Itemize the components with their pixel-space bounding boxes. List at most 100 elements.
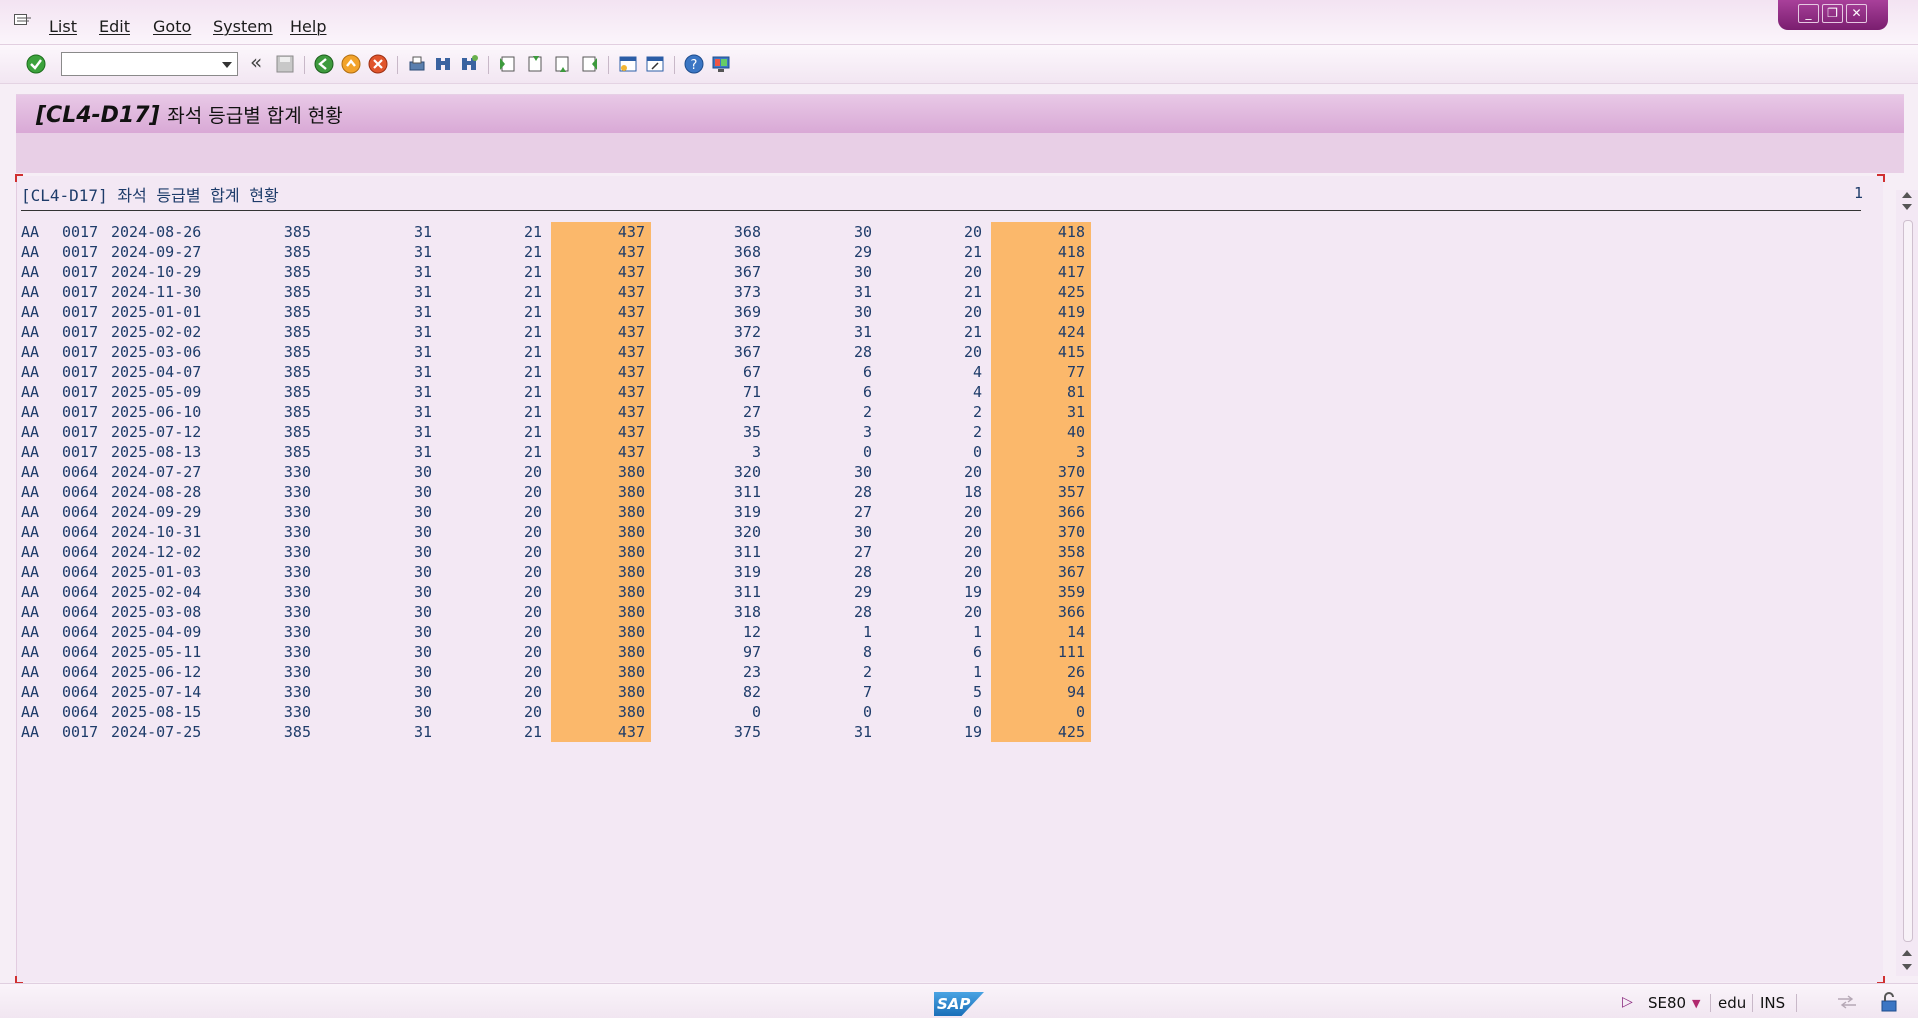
list-row[interactable]: AA 0017 2024-11-30 385 31 21 437 373 31 21 425 bbox=[17, 282, 1217, 302]
seats-occupied-first: 20 bbox=[963, 523, 982, 541]
seats-max-first: 20 bbox=[523, 663, 542, 681]
flight-date: 2025-03-06 bbox=[111, 343, 202, 361]
list-row[interactable]: AA 0017 2024-10-29 385 31 21 437 367 30 20 417 bbox=[17, 262, 1217, 282]
list-row[interactable]: AA 0017 2024-08-26 385 31 21 437 368 30 20 418 bbox=[17, 222, 1217, 242]
seats-max-total: 437 bbox=[551, 242, 651, 262]
seats-occupied-total: 366 bbox=[991, 502, 1091, 522]
flight-date: 2025-05-11 bbox=[111, 643, 202, 661]
list-row[interactable]: AA 0017 2025-05-09 385 31 21 437 71 6 4 81 bbox=[17, 382, 1217, 402]
list-row[interactable]: AA 0064 2024-08-28 330 30 20 380 311 28 18 357 bbox=[17, 482, 1217, 502]
close-icon[interactable]: ✕ bbox=[1846, 4, 1867, 23]
list-row[interactable]: AA 0064 2024-10-31 330 30 20 380 320 30 20 370 bbox=[17, 522, 1217, 542]
list-row[interactable]: AA 0064 2024-12-02 330 30 20 380 311 27 20 358 bbox=[17, 542, 1217, 562]
flight-date: 2025-07-12 bbox=[111, 423, 202, 441]
cancel-icon[interactable] bbox=[368, 54, 388, 74]
seats-occupied-first: 20 bbox=[963, 303, 982, 321]
list-row[interactable]: AA 0064 2025-01-03 330 30 20 380 319 28 20 367 bbox=[17, 562, 1217, 582]
back-icon[interactable] bbox=[314, 54, 334, 74]
seats-occupied-economy: 319 bbox=[733, 503, 761, 521]
seats-max-business: 30 bbox=[413, 583, 432, 601]
previous-page-icon[interactable] bbox=[525, 54, 545, 74]
carrier-id: AA bbox=[21, 323, 40, 341]
page-down-icon[interactable] bbox=[1902, 204, 1912, 210]
list-row[interactable]: AA 0017 2025-07-12 385 31 21 437 35 3 2 40 bbox=[17, 422, 1217, 442]
seats-occupied-economy: 320 bbox=[733, 463, 761, 481]
command-input[interactable] bbox=[65, 54, 219, 76]
flight-date: 2025-08-15 bbox=[111, 703, 202, 721]
find-icon[interactable] bbox=[433, 54, 453, 74]
triangle-right-icon[interactable]: ▷ bbox=[1622, 994, 1633, 1010]
list-row[interactable]: AA 0064 2025-05-11 330 30 20 380 97 8 6 111 bbox=[17, 642, 1217, 662]
list-row[interactable]: AA 0017 2024-07-25 385 31 21 437 375 31 19 425 bbox=[17, 722, 1217, 742]
seats-occupied-total: 415 bbox=[991, 342, 1091, 362]
enter-check-icon[interactable] bbox=[26, 54, 46, 74]
flight-date: 2025-04-09 bbox=[111, 623, 202, 641]
seats-occupied-economy: 67 bbox=[742, 363, 761, 381]
seats-max-total: 380 bbox=[551, 562, 651, 582]
seats-max-total: 437 bbox=[551, 722, 651, 742]
connection-id: 0017 bbox=[62, 263, 99, 281]
list-row[interactable]: AA 0064 2025-03-08 330 30 20 380 318 28 20 366 bbox=[17, 602, 1217, 622]
list-row[interactable]: AA 0064 2024-09-29 330 30 20 380 319 27 20 366 bbox=[17, 502, 1217, 522]
menu-system[interactable]: System bbox=[213, 17, 273, 36]
list-row[interactable]: AA 0017 2025-02-02 385 31 21 437 372 31 21 424 bbox=[17, 322, 1217, 342]
minimize-icon[interactable]: _ bbox=[1798, 4, 1819, 23]
print-icon[interactable] bbox=[407, 54, 427, 74]
create-session-icon[interactable] bbox=[618, 54, 638, 74]
insert-mode[interactable]: INS bbox=[1760, 994, 1785, 1012]
chevron-down-icon[interactable]: ▼ bbox=[1692, 997, 1700, 1010]
seats-occupied-total: 370 bbox=[991, 522, 1091, 542]
list-header: [CL4-D17] 좌석 등급별 합계 현황 bbox=[21, 186, 279, 205]
flight-date: 2025-02-02 bbox=[111, 323, 202, 341]
connection-id: 0017 bbox=[62, 343, 99, 361]
list-row[interactable]: AA 0064 2025-04-09 330 30 20 380 12 1 1 14 bbox=[17, 622, 1217, 642]
list-row[interactable]: AA 0064 2025-02-04 330 30 20 380 311 29 19 359 bbox=[17, 582, 1217, 602]
chevron-down-icon[interactable] bbox=[222, 62, 232, 68]
status-bar: SAP ▷ SE80 ▼ edu INS bbox=[0, 983, 1918, 1018]
menu-help[interactable]: Help bbox=[290, 17, 326, 36]
command-field[interactable] bbox=[61, 52, 238, 76]
list-row[interactable]: AA 0017 2025-01-01 385 31 21 437 369 30 20 419 bbox=[17, 302, 1217, 322]
seats-occupied-business: 30 bbox=[853, 223, 872, 241]
scroll-up-icon[interactable] bbox=[1902, 192, 1912, 198]
customize-layout-icon[interactable] bbox=[711, 54, 731, 74]
last-page-icon[interactable] bbox=[579, 54, 599, 74]
seats-max-first: 21 bbox=[523, 223, 542, 241]
list-row[interactable]: AA 0064 2025-08-15 330 30 20 380 0 0 0 0 bbox=[17, 702, 1217, 722]
scroll-track[interactable] bbox=[1903, 220, 1913, 942]
list-row[interactable]: AA 0017 2025-08-13 385 31 21 437 3 0 0 3 bbox=[17, 442, 1217, 462]
connection-id: 0064 bbox=[62, 563, 99, 581]
first-page-icon[interactable] bbox=[498, 54, 518, 74]
list-row[interactable]: AA 0017 2025-04-07 385 31 21 437 67 6 4 77 bbox=[17, 362, 1217, 382]
double-chevron-left-icon[interactable]: « bbox=[250, 52, 270, 74]
scroll-down-icon[interactable] bbox=[1902, 964, 1912, 970]
help-icon[interactable]: ? bbox=[684, 54, 704, 74]
find-next-icon[interactable] bbox=[459, 54, 479, 74]
lock-icon[interactable] bbox=[1880, 992, 1898, 1012]
list-row[interactable]: AA 0017 2025-03-06 385 31 21 437 367 28 20 415 bbox=[17, 342, 1217, 362]
exit-icon[interactable] bbox=[341, 54, 361, 74]
connection-id: 0017 bbox=[62, 303, 99, 321]
vertical-scrollbar[interactable] bbox=[1896, 190, 1918, 976]
carrier-id: AA bbox=[21, 643, 40, 661]
list-row[interactable]: AA 0064 2025-07-14 330 30 20 380 82 7 5 94 bbox=[17, 682, 1217, 702]
list-row[interactable]: AA 0064 2024-07-27 330 30 20 380 320 30 20 370 bbox=[17, 462, 1217, 482]
save-icon[interactable] bbox=[275, 54, 295, 74]
list-row[interactable]: AA 0017 2024-09-27 385 31 21 437 368 29 21 418 bbox=[17, 242, 1217, 262]
maximize-icon[interactable]: ❐ bbox=[1822, 4, 1843, 23]
page-up-icon[interactable] bbox=[1902, 950, 1912, 956]
menu-icon[interactable] bbox=[14, 14, 32, 28]
seats-max-business: 31 bbox=[413, 423, 432, 441]
list-row[interactable]: AA 0017 2025-06-10 385 31 21 437 27 2 2 31 bbox=[17, 402, 1217, 422]
seats-max-economy: 330 bbox=[283, 643, 311, 661]
menu-goto[interactable]: Goto bbox=[153, 17, 191, 36]
menu-list[interactable]: List bbox=[49, 17, 77, 36]
menu-edit[interactable]: Edit bbox=[99, 17, 130, 36]
shortcut-icon[interactable] bbox=[645, 54, 665, 74]
flight-date: 2025-04-07 bbox=[111, 363, 202, 381]
connection-icon[interactable] bbox=[1836, 994, 1858, 1010]
seats-occupied-first: 20 bbox=[963, 263, 982, 281]
list-row[interactable]: AA 0064 2025-06-12 330 30 20 380 23 2 1 26 bbox=[17, 662, 1217, 682]
seats-occupied-total: 14 bbox=[991, 622, 1091, 642]
next-page-icon[interactable] bbox=[552, 54, 572, 74]
